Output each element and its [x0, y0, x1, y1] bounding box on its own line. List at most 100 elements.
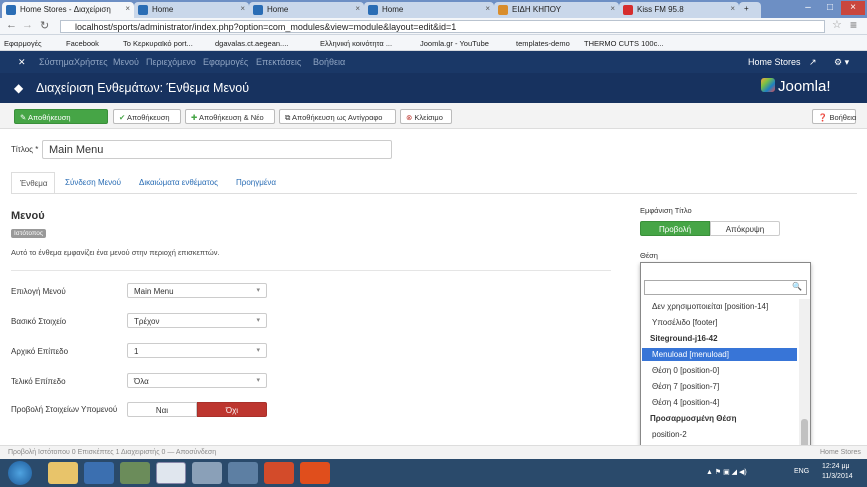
show-title-button[interactable]: Προβολή: [640, 221, 710, 236]
position-label: Θέση: [640, 251, 658, 260]
nav-help[interactable]: Βοήθεια: [313, 57, 345, 67]
tab-menu-assignment[interactable]: Σύνδεση Μενού: [65, 178, 121, 187]
kiss-favicon-icon: [623, 5, 633, 15]
paint-icon[interactable]: [228, 462, 258, 484]
close-icon[interactable]: ×: [240, 4, 245, 13]
save-close-button[interactable]: ✔ Αποθήκευση: [113, 109, 181, 124]
reload-icon[interactable]: ↻: [40, 19, 49, 32]
divider: [11, 270, 611, 271]
gear-icon[interactable]: ⚙ ▾: [834, 57, 849, 68]
chevron-down-icon: ▾: [256, 377, 260, 384]
dropdown-option[interactable]: Θέση 7 [position-7]: [642, 380, 797, 393]
menu-icon[interactable]: ≡: [850, 18, 857, 32]
nav-extensions[interactable]: Επεκτάσεις: [256, 57, 301, 67]
tray-icons[interactable]: ▲ ⚑ ▣ ◢ ◀): [706, 468, 747, 476]
close-icon[interactable]: ×: [125, 4, 130, 13]
tab-label: Kiss FM 95.8: [637, 5, 684, 14]
dropdown-option[interactable]: Υποσέλιδο [footer]: [642, 316, 797, 329]
dropdown-group: Προσαρμοσμένη Θέση: [650, 414, 737, 423]
bookmark-joomla-youtube[interactable]: Joomla.gr - YouTube: [420, 39, 489, 48]
browser-tab-1[interactable]: Home ×: [134, 2, 249, 18]
dropdown-scrollbar[interactable]: [799, 299, 810, 454]
browser-tab-bar: Home Stores - Διαχείριση × Home × Home × Ho…: [0, 0, 867, 18]
bookmark-greek-community[interactable]: Ελληνική κοινότητα ...: [320, 39, 392, 48]
dropdown-option[interactable]: Θέση 4 [position-4]: [642, 396, 797, 409]
browser-tab-5[interactable]: Kiss FM 95.8 ×: [619, 2, 739, 18]
tab-label: Home: [382, 5, 404, 14]
submenu-no-button[interactable]: Όχι: [197, 402, 267, 417]
browser-tab-0[interactable]: Home Stores - Διαχείριση ×: [2, 2, 134, 18]
title-label: Τίτλος *: [11, 145, 39, 154]
browser-tab-4[interactable]: ΕΙΔΗ ΚΗΠΟΥ ×: [494, 2, 619, 18]
joomla-icon[interactable]: ✕: [18, 57, 26, 68]
tab-advanced[interactable]: Προηγμένα: [236, 178, 276, 187]
start-button[interactable]: [8, 461, 32, 485]
select-value: Τρέχον: [134, 317, 160, 326]
nav-menus[interactable]: Μενού: [113, 57, 139, 67]
external-link-icon: ↗: [809, 57, 817, 67]
close-icon[interactable]: ×: [610, 4, 615, 13]
powerpoint-icon[interactable]: [264, 462, 294, 484]
browser-tab-2[interactable]: Home ×: [249, 2, 364, 18]
position-dropdown: 🔍 Δεν χρησιμοποιείται [position-14] Υποσ…: [640, 262, 811, 454]
language-indicator[interactable]: ENG: [794, 468, 809, 475]
dropdown-option[interactable]: Δεν χρησιμοποιείται [position-14]: [642, 300, 797, 313]
select-menu[interactable]: Main Menu ▾: [127, 283, 267, 298]
bookmark-facebook[interactable]: Facebook: [66, 39, 99, 48]
select-end-level[interactable]: Όλα ▾: [127, 373, 267, 388]
clock-time[interactable]: 12:24 μμ: [822, 463, 850, 470]
explorer-icon[interactable]: [48, 462, 78, 484]
bookmark-thermo[interactable]: THERMO CUTS 100c...: [584, 39, 664, 48]
save-new-button[interactable]: ✚ Αποθήκευση & Νέο: [185, 109, 275, 124]
help-button[interactable]: ❓ Βοήθεια: [812, 109, 856, 124]
submenu-yes-button[interactable]: Ναι: [127, 402, 197, 417]
nav-content[interactable]: Περιεχόμενο: [146, 57, 196, 67]
new-tab-button[interactable]: +: [739, 2, 761, 18]
bookmark-templates[interactable]: templates-demo: [516, 39, 570, 48]
bookmark-kerkyra[interactable]: Το Κερκυραϊκό port...: [123, 39, 193, 48]
minimize-button[interactable]: –: [797, 1, 819, 15]
dropdown-search-input[interactable]: 🔍: [644, 280, 807, 295]
close-icon[interactable]: ×: [355, 4, 360, 13]
dropdown-option[interactable]: position-2: [642, 428, 797, 441]
maximize-button[interactable]: □: [819, 1, 841, 15]
title-input[interactable]: Main Menu: [42, 140, 392, 159]
url-input[interactable]: localhost/sports/administrator/index.php…: [60, 20, 825, 33]
joomla-top-nav: ✕ Σύστημα Χρήστες Μενού Περιεχόμενο Εφαρ…: [0, 51, 867, 73]
save-new-label: Αποθήκευση & Νέο: [198, 113, 264, 122]
field-label-end-level: Τελικό Επίπεδο: [11, 377, 66, 386]
dropdown-option-highlighted[interactable]: Menuload [menuload]: [642, 348, 797, 361]
chevron-down-icon: ▾: [256, 317, 260, 324]
close-icon[interactable]: ×: [485, 4, 490, 13]
save-button[interactable]: ✎ Αποθήκευση: [14, 109, 108, 124]
app-icon[interactable]: [120, 462, 150, 484]
forward-icon[interactable]: →: [22, 19, 33, 31]
close-icon[interactable]: ×: [730, 4, 735, 13]
bookmark-aegean[interactable]: dgavalas.ct.aegean....: [215, 39, 288, 48]
browser-tab-3[interactable]: Home ×: [364, 2, 494, 18]
bookmark-apps[interactable]: Εφαρμογές: [4, 39, 42, 48]
xampp-icon[interactable]: [300, 462, 330, 484]
back-icon[interactable]: ←: [6, 19, 17, 31]
tab-module[interactable]: Ένθεμα: [11, 172, 55, 194]
bookmark-star-icon[interactable]: ☆: [832, 18, 842, 31]
tab-permissions[interactable]: Δικαιώματα ενθέματος: [139, 178, 218, 187]
hide-title-button[interactable]: Απόκρυψη: [710, 221, 780, 236]
page-favicon-icon: [498, 5, 508, 15]
dropdown-option[interactable]: Θέση 0 [position-0]: [642, 364, 797, 377]
clock-date[interactable]: 11/3/2014: [822, 473, 853, 480]
save-copy-button[interactable]: ⧉ Αποθήκευση ως Αντίγραφο: [279, 109, 396, 124]
select-base-item[interactable]: Τρέχον ▾: [127, 313, 267, 328]
help-icon: ❓: [818, 113, 830, 122]
nav-components[interactable]: Εφαρμογές: [203, 57, 248, 67]
site-link[interactable]: Home Stores: [748, 57, 801, 67]
window-close-button[interactable]: ×: [841, 1, 865, 15]
status-bar: Προβολή Ιστότοπου 0 Επισκέπτες 1 Διαχειρ…: [0, 445, 867, 459]
calculator-icon[interactable]: [192, 462, 222, 484]
select-start-level[interactable]: 1 ▾: [127, 343, 267, 358]
nav-users[interactable]: Χρήστες: [74, 57, 108, 67]
nav-system[interactable]: Σύστημα: [39, 57, 74, 67]
chrome-icon[interactable]: [156, 462, 186, 484]
ie-icon[interactable]: [84, 462, 114, 484]
close-button[interactable]: ⊗ Κλείσιμο: [400, 109, 452, 124]
